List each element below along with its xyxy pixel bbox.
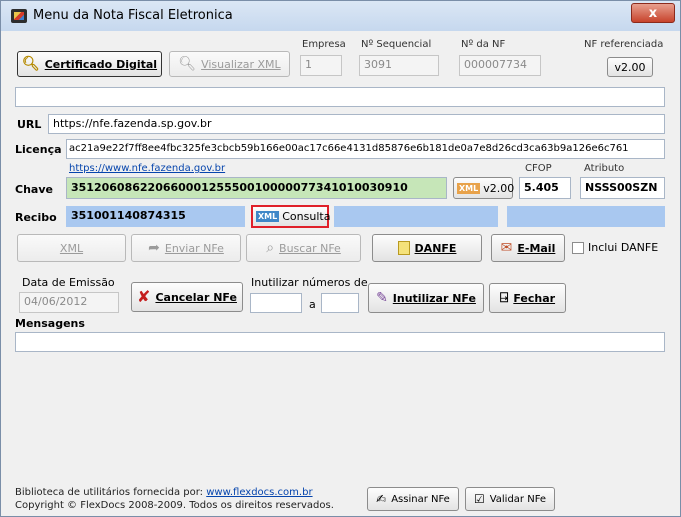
search-docs-icon: ⌕ — [266, 240, 275, 256]
window-title: Menu da Nota Fiscal Eletronica — [33, 8, 233, 23]
certificado-digital-button[interactable]: 🔍︎ Certificado Digital — [17, 51, 162, 77]
xml-version-button[interactable]: XML v2.00 — [453, 177, 514, 199]
nf-referenciada-button[interactable]: v2.00 — [607, 57, 653, 77]
footer-copyright: Copyright © FlexDocs 2008-2009. Todos os… — [15, 500, 334, 511]
email-icon: ✉ — [500, 240, 513, 256]
enviar-nfe-button[interactable]: ➦ Enviar NFe — [131, 234, 241, 262]
data-emissao-field[interactable]: 04/06/2012 — [19, 292, 119, 313]
numero-nf-field[interactable]: 000007734 — [459, 55, 541, 76]
validate-icon: ☑ — [473, 492, 485, 506]
door-exit-icon: ⍈ — [499, 290, 509, 306]
footer-library-text: Biblioteca de utilitários fornecida por:… — [15, 487, 313, 498]
xml-icon: XML — [457, 182, 481, 194]
fechar-button[interactable]: ⍈ Fechar — [489, 283, 566, 313]
chave-label: Chave — [15, 183, 53, 196]
licenca-label: Licença — [15, 143, 62, 156]
title-bar: Menu da Nota Fiscal Eletronica x — [1, 1, 680, 31]
document-icon — [397, 241, 410, 255]
chave-field[interactable]: 3512060862206600012555001000007734101003… — [66, 177, 447, 199]
email-button[interactable]: ✉ E-Mail — [491, 234, 565, 262]
xml-button[interactable]: XML — [17, 234, 126, 262]
close-button[interactable]: x — [631, 3, 675, 23]
consulta-button[interactable]: XML Consulta — [251, 205, 330, 228]
empresa-field[interactable]: 1 — [300, 55, 342, 76]
url-label: URL — [17, 118, 42, 131]
mensagens-field[interactable] — [15, 332, 665, 352]
xml-icon: XML — [256, 211, 280, 222]
atributo-field[interactable]: NSSS00SZN — [580, 177, 665, 199]
cfop-label: CFOP — [525, 163, 552, 174]
inutilizar-a-label: a — [309, 298, 316, 311]
inutilizar-from-field[interactable] — [250, 293, 302, 313]
inclui-danfe-checkbox[interactable] — [572, 242, 584, 254]
cancelar-nfe-button[interactable]: ✘ Cancelar NFe — [131, 282, 243, 312]
visualizar-xml-button[interactable]: 🔍︎ Visualizar XML — [169, 51, 290, 77]
inclui-danfe-label: Inclui DANFE — [588, 241, 659, 254]
recibo-extra-field[interactable] — [507, 206, 665, 227]
inutilizar-nfe-button[interactable]: ✎ Inutilizar NFe — [368, 283, 484, 313]
url-field[interactable]: https://nfe.fazenda.sp.gov.br — [48, 114, 665, 134]
key-icon: 🔍︎ — [21, 56, 40, 72]
empresa-label: Empresa — [302, 39, 346, 50]
flexdocs-link[interactable]: www.flexdocs.com.br — [206, 487, 312, 498]
danfe-button[interactable]: DANFE — [372, 234, 482, 262]
cfop-field[interactable]: 5.405 — [519, 177, 571, 199]
cancel-x-icon: ✘ — [137, 287, 151, 306]
pencil-icon: ✎ — [376, 290, 388, 306]
atributo-label: Atributo — [584, 163, 625, 174]
mensagens-label: Mensagens — [15, 317, 85, 330]
magnifier-icon: 🔍︎ — [178, 56, 197, 72]
signature-icon: ✍ — [376, 492, 387, 506]
recibo-label: Recibo — [15, 211, 57, 224]
recibo-status-field[interactable] — [334, 206, 498, 227]
licenca-field[interactable]: ac21a9e22f7ff8ee4fbc325fe3cbcb59b166e00a… — [66, 139, 665, 159]
main-window: Menu da Nota Fiscal Eletronica x 🔍︎ Cert… — [0, 0, 681, 517]
data-emissao-label: Data de Emissão — [22, 276, 115, 289]
nf-referenciada-label: NF referenciada — [584, 39, 664, 50]
assinar-nfe-button[interactable]: ✍ Assinar NFe — [367, 487, 459, 511]
sequencial-field[interactable]: 3091 — [359, 55, 439, 76]
inutilizar-to-field[interactable] — [321, 293, 359, 313]
inutilizar-label: Inutilizar números de — [251, 276, 368, 289]
numero-nf-label: Nº da NF — [461, 39, 506, 50]
sequencial-label: Nº Sequencial — [361, 39, 432, 50]
blank-field[interactable] — [15, 87, 665, 107]
validar-nfe-button[interactable]: ☑ Validar NFe — [465, 487, 555, 511]
buscar-nfe-button[interactable]: ⌕ Buscar NFe — [246, 234, 361, 262]
recibo-field[interactable]: 351001140874315 — [66, 206, 245, 227]
nfe-fazenda-link[interactable]: https://www.nfe.fazenda.gov.br — [69, 163, 225, 174]
send-icon: ➦ — [148, 240, 160, 256]
app-icon — [11, 9, 27, 23]
